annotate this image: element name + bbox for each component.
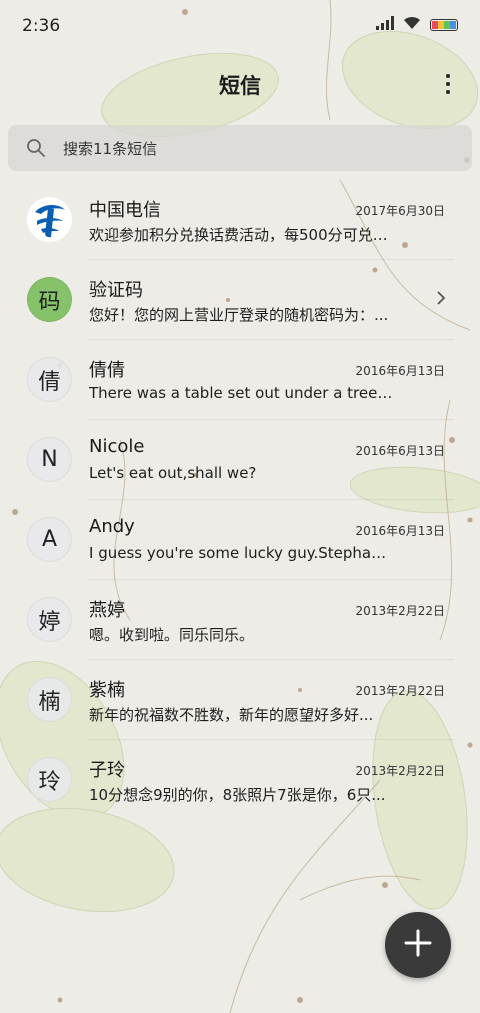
conversation-item[interactable]: 倩 倩倩 2016年6月13日 There was a table set ou… — [0, 340, 480, 420]
status-time: 2:36 — [22, 16, 61, 36]
conversation-date: 2016年6月13日 — [355, 524, 445, 538]
conversation-date: 2016年6月13日 — [355, 444, 445, 458]
avatar: 楠 — [27, 677, 72, 722]
conversation-item[interactable]: 楠 紫楠 2013年2月22日 新年的祝福数不胜数，新年的愿望好多好... — [0, 660, 480, 740]
conversation-item[interactable]: 码 验证码 您好！您的网上营业厅登录的随机密码为：... — [0, 260, 480, 340]
conversation-date: 2013年2月22日 — [355, 684, 445, 698]
avatar: 婷 — [27, 597, 72, 642]
conversation-list: 中国电信 2017年6月30日 欢迎参加积分兑换话费活动，每500分可兑… 码 … — [0, 180, 480, 820]
conversation-name: 验证码 — [89, 280, 143, 301]
conversation-name: 燕婷 — [89, 600, 125, 621]
status-bar: 2:36 — [0, 0, 480, 54]
conversation-preview: 您好！您的网上营业厅登录的随机密码为：... — [89, 306, 389, 324]
conversation-preview: I guess you're some lucky guy.Stephani..… — [89, 544, 394, 562]
more-options-button[interactable] — [436, 68, 460, 100]
plus-icon — [403, 928, 433, 962]
conversation-item[interactable]: A Andy 2016年6月13日 I guess you're some lu… — [0, 500, 480, 580]
conversation-name: 中国电信 — [89, 200, 161, 221]
conversation-name: Andy — [89, 516, 135, 537]
avatar: N — [27, 437, 72, 482]
conversation-name: 子玲 — [89, 760, 125, 781]
conversation-preview: 新年的祝福数不胜数，新年的愿望好多好... — [89, 706, 374, 724]
avatar: A — [27, 517, 72, 562]
search-placeholder: 搜索11条短信 — [63, 140, 158, 158]
conversation-date: 2013年2月22日 — [355, 604, 445, 618]
conversation-item[interactable]: N Nicole 2016年6月13日 Let's eat out,shall … — [0, 420, 480, 500]
conversation-date: 2017年6月30日 — [355, 204, 445, 218]
search-icon — [26, 138, 46, 162]
conversation-preview: There was a table set out under a tree i… — [89, 384, 394, 402]
signal-icon — [376, 15, 394, 34]
wifi-icon — [403, 15, 421, 34]
conversation-date: 2016年6月13日 — [355, 364, 445, 378]
avatar: 码 — [27, 277, 72, 322]
compose-button[interactable] — [385, 912, 451, 978]
conversation-preview: Let's eat out,shall we? — [89, 464, 257, 482]
conversation-preview: 嗯。收到啦。同乐同乐。 — [89, 626, 255, 644]
conversation-name: 倩倩 — [89, 360, 125, 381]
conversation-name: Nicole — [89, 436, 145, 457]
conversation-preview: 10分想念9别的你，8张照片7张是你，6只... — [89, 786, 386, 804]
battery-icon — [430, 18, 458, 31]
conversation-date: 2013年2月22日 — [355, 764, 445, 778]
conversation-item[interactable]: 婷 燕婷 2013年2月22日 嗯。收到啦。同乐同乐。 — [0, 580, 480, 660]
avatar: 倩 — [27, 357, 72, 402]
more-vertical-icon — [446, 74, 450, 78]
conversation-preview: 欢迎参加积分兑换话费活动，每500分可兑… — [89, 226, 388, 244]
title-bar: 短信 — [0, 60, 480, 108]
search-input[interactable]: 搜索11条短信 — [8, 125, 472, 171]
chevron-right-icon — [436, 290, 446, 310]
conversation-item[interactable]: 中国电信 2017年6月30日 欢迎参加积分兑换话费活动，每500分可兑… — [0, 180, 480, 260]
page-title: 短信 — [219, 74, 261, 98]
conversation-item[interactable]: 玲 子玲 2013年2月22日 10分想念9别的你，8张照片7张是你，6只... — [0, 740, 480, 820]
avatar: 玲 — [27, 757, 72, 802]
conversation-name: 紫楠 — [89, 680, 125, 701]
status-icons — [376, 15, 458, 34]
china-telecom-logo-icon — [27, 197, 72, 242]
